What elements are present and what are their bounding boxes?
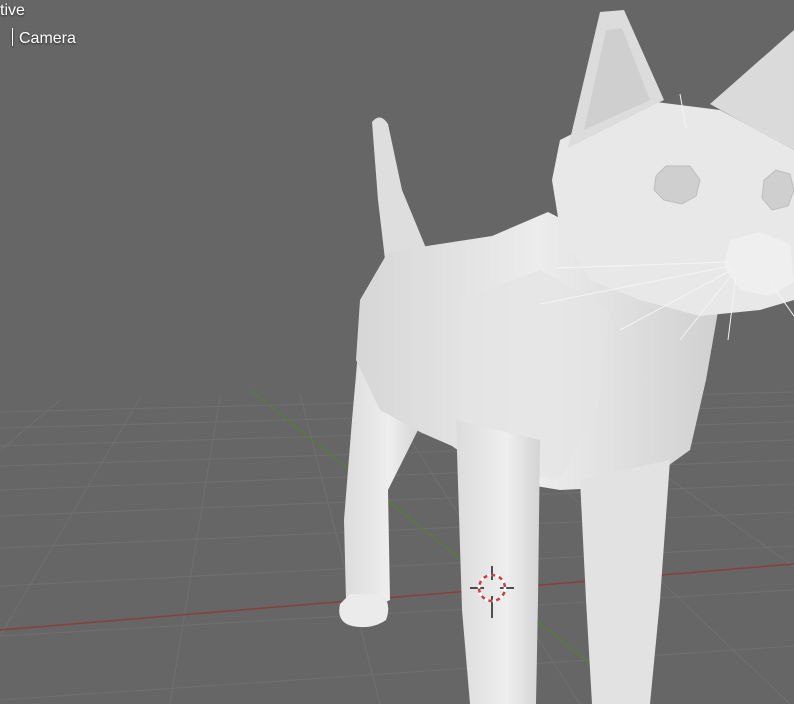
cat-front-right-leg[interactable]	[456, 420, 540, 704]
cat-back-right-leg[interactable]	[580, 460, 670, 704]
view-mode-text: tive	[0, 2, 25, 19]
viewport-scene[interactable]	[0, 0, 794, 704]
cat-model[interactable]	[339, 10, 794, 704]
3d-viewport[interactable]: tive Camera	[0, 0, 794, 704]
cat-tail[interactable]	[372, 117, 426, 268]
cat-front-left-paw[interactable]	[339, 594, 389, 628]
label-separator	[12, 28, 13, 46]
active-object-label: Camera	[0, 28, 76, 49]
object-name-text: Camera	[19, 30, 76, 47]
view-mode-label: tive	[0, 1, 25, 21]
